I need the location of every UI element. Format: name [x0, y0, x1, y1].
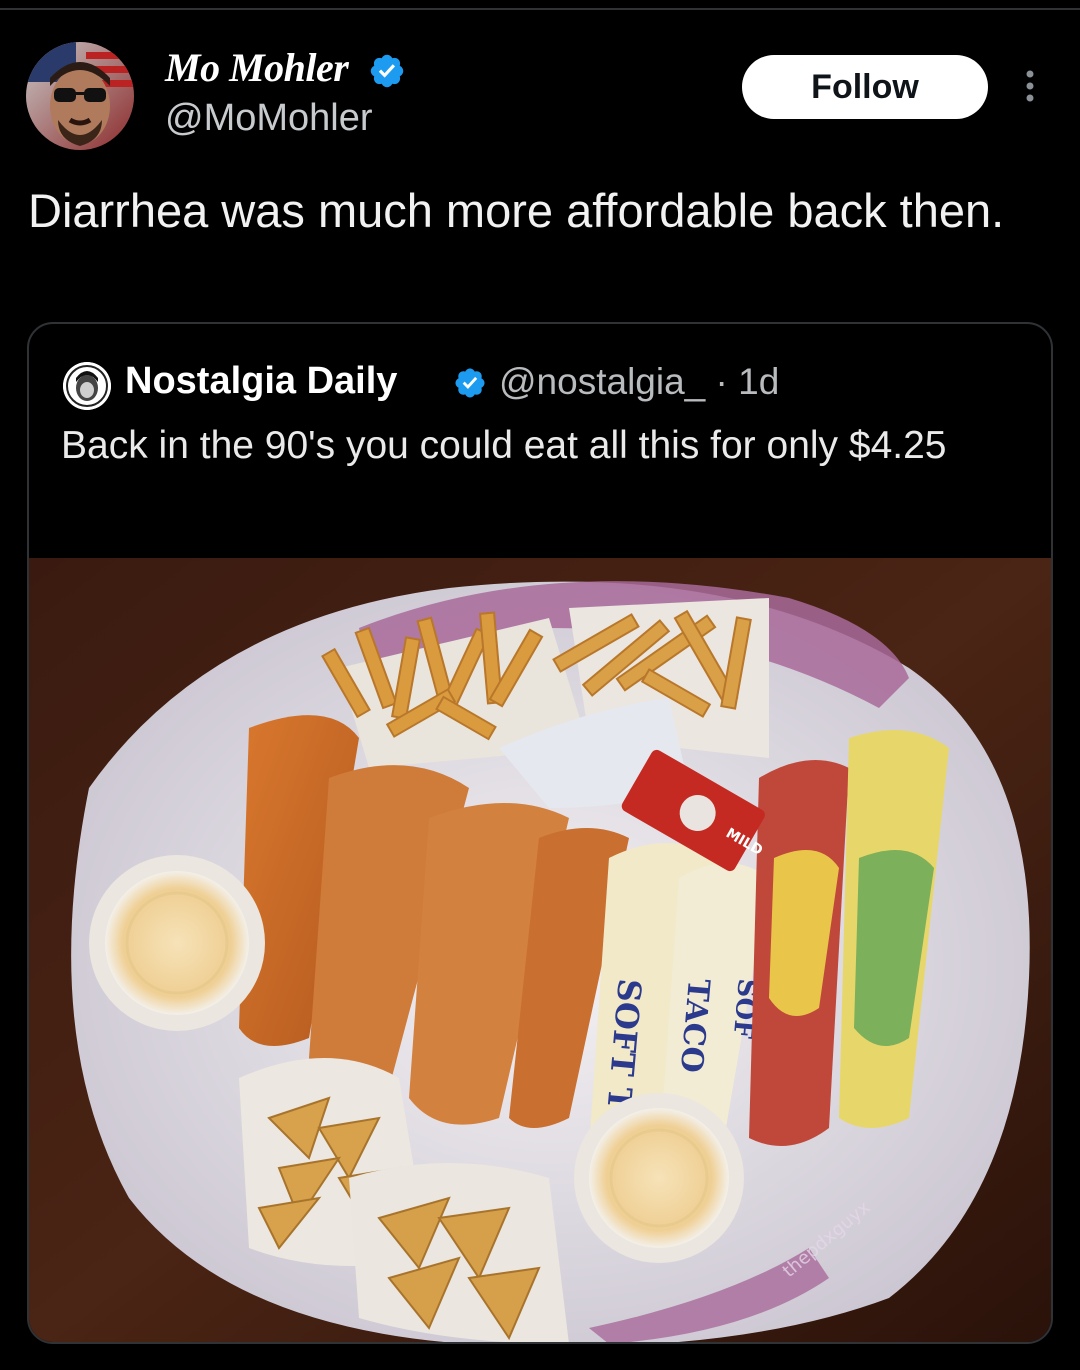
- post-text: Diarrhea was much more affordable back t…: [28, 184, 1005, 237]
- verified-badge-icon: [370, 54, 404, 88]
- top-divider: [0, 8, 1080, 10]
- author-name[interactable]: Mo Mohler: [165, 44, 349, 91]
- quoted-post-text: Back in the 90's you could eat all this …: [61, 424, 947, 467]
- author-handle[interactable]: @MoMohler: [165, 97, 373, 140]
- quoted-author-name[interactable]: Nostalgia Daily: [125, 360, 397, 403]
- more-options-icon[interactable]: [1018, 66, 1042, 106]
- verified-badge-icon: [455, 368, 485, 398]
- follow-button[interactable]: Follow: [742, 55, 988, 119]
- quoted-post-card[interactable]: Nostalgia Daily @nostalgia_ · 1d Back in…: [27, 322, 1053, 1344]
- quoted-author-avatar[interactable]: [63, 362, 111, 410]
- author-avatar[interactable]: [26, 42, 134, 150]
- quoted-post-image[interactable]: SOFT T TACO SOF MILD thepdxguyx: [29, 558, 1053, 1344]
- quoted-author-handle-time: @nostalgia_ · 1d: [499, 361, 780, 402]
